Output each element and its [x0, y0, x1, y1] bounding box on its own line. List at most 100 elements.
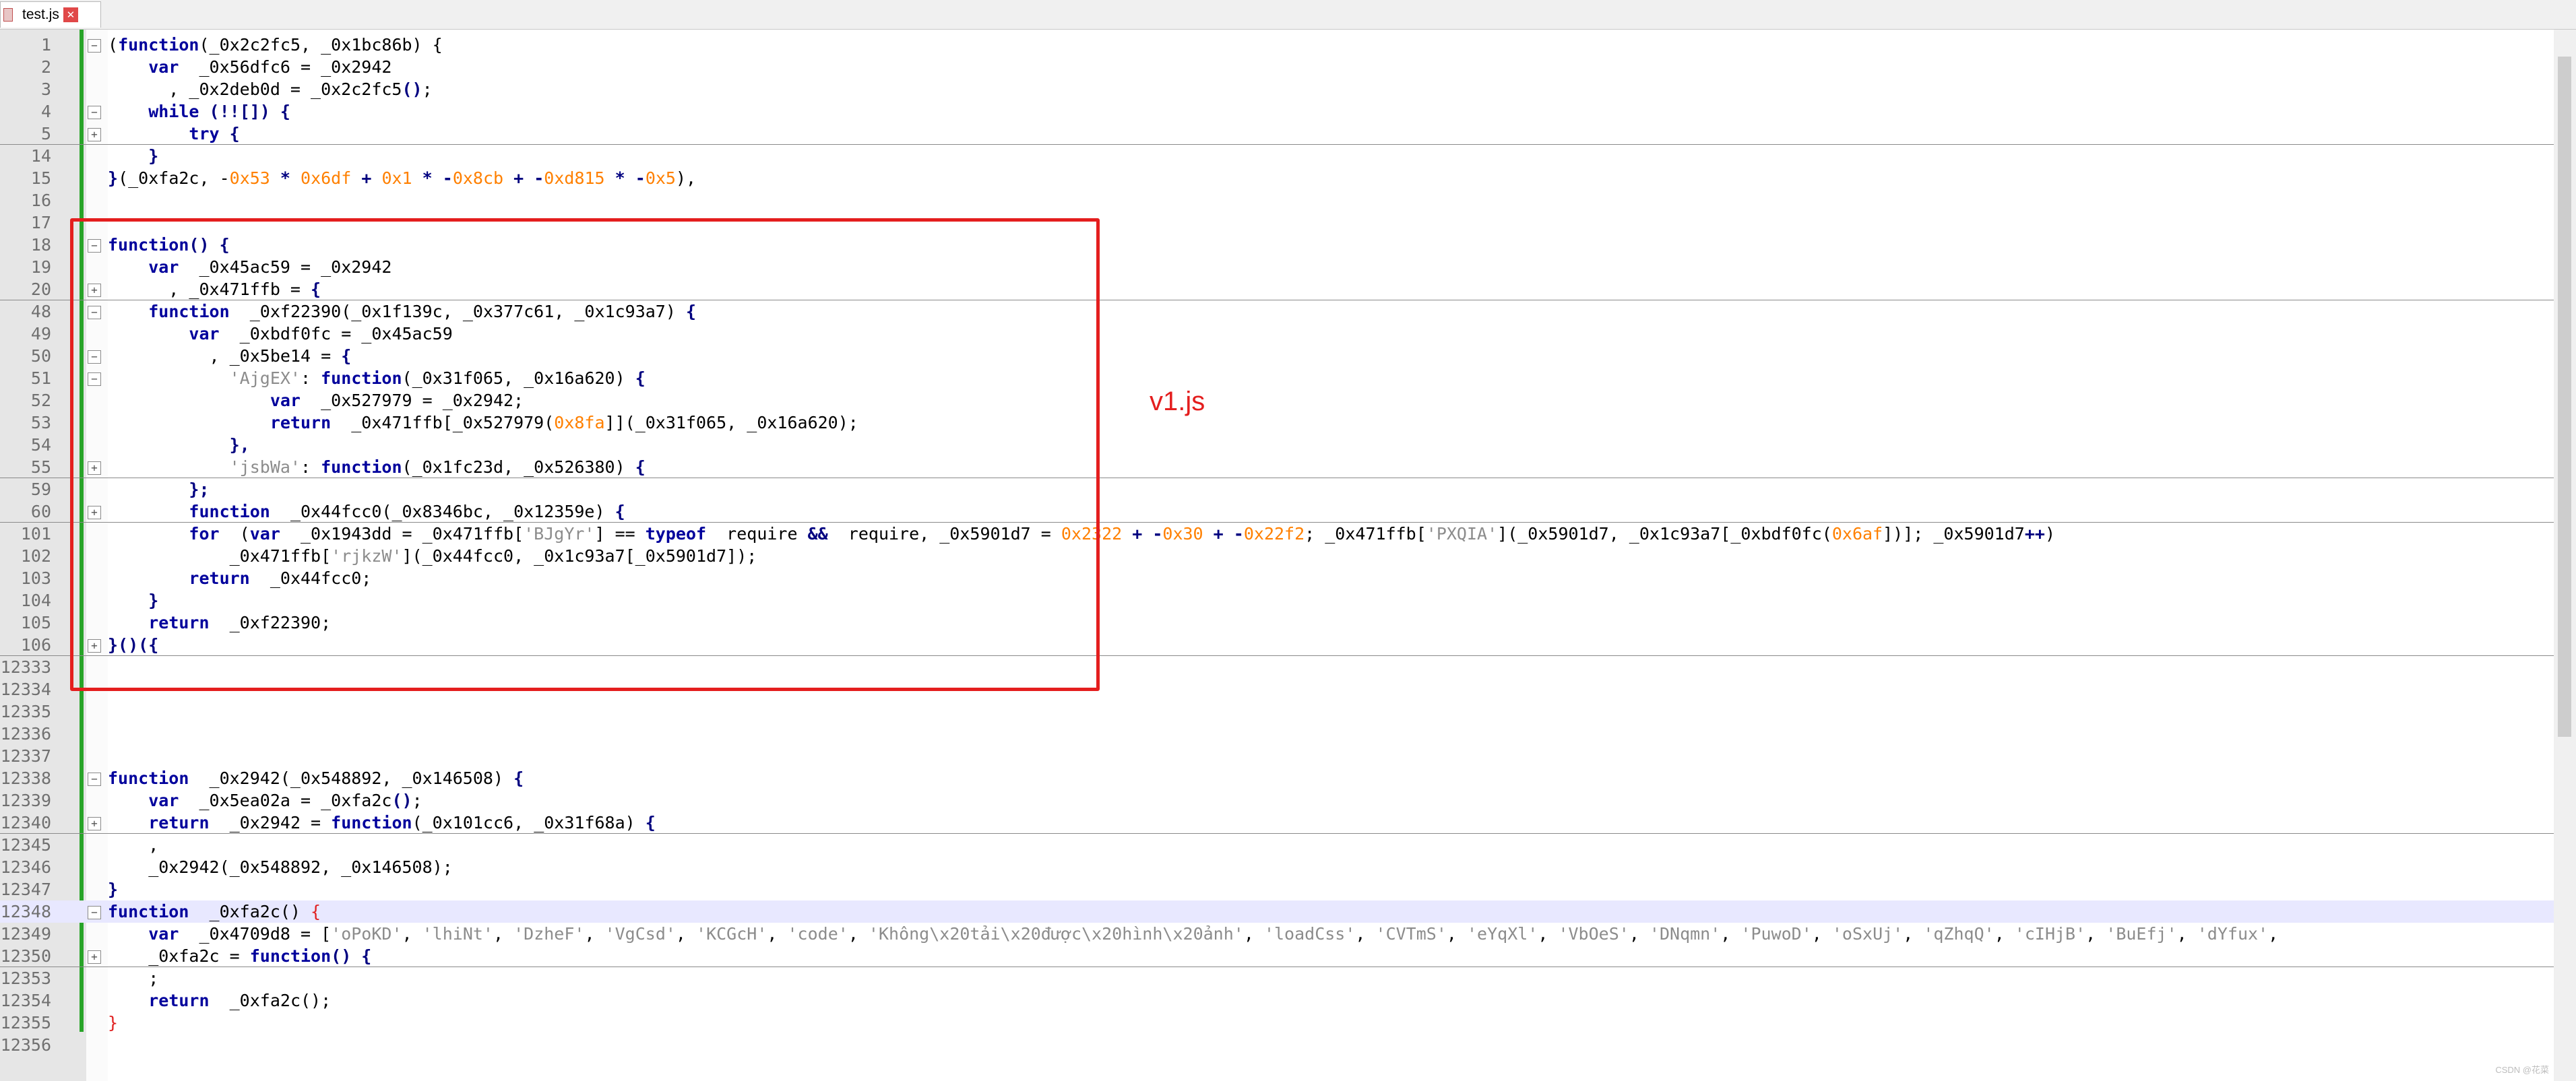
code-line[interactable]: 5 + try {: [0, 123, 2554, 145]
code-token: 'lhiNt': [422, 924, 493, 944]
code-token: ;: [422, 79, 433, 99]
code-line[interactable]: 12338 − function _0x2942(_0x548892, _0x146…: [0, 767, 2554, 789]
code-line[interactable]: 12336: [0, 723, 2554, 745]
code-line[interactable]: 12345 ,: [0, 834, 2554, 856]
code-token: * -: [412, 168, 453, 188]
code-line[interactable]: 12354 return _0xfa2c();: [0, 989, 2554, 1012]
code-text: function _0x2942(_0x548892, _0x146508) {: [108, 767, 524, 789]
code-token: 'cIHjB': [2014, 924, 2086, 944]
line-number: 12334: [0, 680, 51, 699]
code-token: 'loadCss': [1263, 924, 1356, 944]
line-number: 51: [30, 368, 51, 388]
code-token: ,: [1629, 924, 1650, 944]
fold-expand-icon[interactable]: +: [88, 128, 101, 141]
code-text: function _0xfa2c() {: [108, 900, 321, 923]
code-token: ,: [1538, 924, 1559, 944]
code-text: ;: [108, 967, 158, 989]
vertical-scrollbar[interactable]: [2554, 30, 2576, 1081]
line-number: 50: [30, 346, 51, 366]
close-icon[interactable]: ✕: [63, 7, 78, 22]
code-token: 'Không\x20tải\x20được\x20hình\x20ảnh': [868, 924, 1244, 944]
fold-expand-icon[interactable]: +: [88, 817, 101, 830]
code-line[interactable]: 12349 var _0x4709d8 = ['oPoKD', 'lhiNt',…: [0, 923, 2554, 945]
fold-collapse-icon[interactable]: −: [88, 906, 101, 919]
code-line[interactable]: 3 , _0x2deb0d = _0x2c2fc5();: [0, 78, 2554, 100]
code-line[interactable]: 12350 + _0xfa2c = function() {: [0, 945, 2554, 967]
code-line[interactable]: 12335: [0, 700, 2554, 723]
code-line[interactable]: 15}(_0xfa2c, -0x53 * 0x6df + 0x1 * -0x8c…: [0, 167, 2554, 189]
code-text: }(_0xfa2c, -0x53 * 0x6df + 0x1 * -0x8cb …: [108, 167, 696, 189]
code-line[interactable]: 16: [0, 189, 2554, 211]
code-token: (_0x101cc6, _0x31f68a): [412, 813, 646, 832]
code-token: (_0x2c2fc5, _0x1bc86b) {: [199, 35, 443, 55]
code-token: 'DNqmn': [1649, 924, 1721, 944]
fold-expand-icon[interactable]: +: [88, 950, 101, 964]
code-token: ,: [108, 835, 159, 855]
code-line[interactable]: 12339 var _0x5ea02a = _0xfa2c();: [0, 789, 2554, 812]
code-token: ,: [1994, 924, 2015, 944]
code-token: (): [391, 791, 412, 810]
tab-test-js[interactable]: test.js ✕: [0, 1, 101, 28]
line-number: 20: [30, 280, 51, 299]
code-token: _0xfa2c(): [189, 902, 311, 921]
fold-collapse-icon[interactable]: −: [88, 106, 101, 119]
line-number: 17: [30, 213, 51, 232]
line-number: 4: [40, 102, 51, 121]
line-number: 49: [30, 324, 51, 343]
code-token: ++: [2024, 524, 2045, 544]
code-token: 0x53: [229, 168, 270, 188]
scrollbar-thumb[interactable]: [2558, 57, 2571, 737]
code-line[interactable]: 12353 ;: [0, 967, 2554, 989]
code-token: 'VbOeS': [1558, 924, 1629, 944]
code-token: }: [108, 880, 119, 899]
code-line[interactable]: 4 − while (!![]) {: [0, 100, 2554, 123]
code-token: ,: [584, 924, 605, 944]
line-number: 12349: [0, 924, 51, 944]
code-token: function: [118, 35, 199, 55]
code-text: return _0x2942 = function(_0x101cc6, _0x…: [108, 812, 656, 834]
line-number: 12356: [0, 1035, 51, 1055]
line-number: 12347: [0, 880, 51, 899]
code-line[interactable]: 12356: [0, 1034, 2554, 1056]
code-token: 'dYfux': [2197, 924, 2269, 944]
annotation-label: v1.js: [1150, 387, 1205, 416]
file-icon: [3, 8, 13, 22]
code-token: _0xfa2c =: [108, 946, 250, 966]
code-token: ,: [848, 924, 869, 944]
code-token: 'PuwoD': [1740, 924, 1812, 944]
code-token: ,: [1720, 924, 1741, 944]
code-line[interactable]: 1 − (function(_0x2c2fc5, _0x1bc86b) {: [0, 34, 2554, 56]
code-token: 0x8cb: [452, 168, 504, 188]
code-text: (function(_0x2c2fc5, _0x1bc86b) {: [108, 34, 443, 56]
code-line[interactable]: 12337: [0, 745, 2554, 767]
fold-collapse-icon[interactable]: −: [88, 773, 101, 786]
code-token: 0xd815: [544, 168, 605, 188]
code-line[interactable]: 12347}: [0, 878, 2554, 900]
code-token: ): [2044, 524, 2055, 544]
code-token: ](_0x5901d7, _0x1c93a7[_0xbdf0fc(: [1497, 524, 1832, 544]
line-number: 1: [40, 35, 51, 55]
code-line[interactable]: 14 }: [0, 145, 2554, 167]
code-line[interactable]: 2 var _0x56dfc6 = _0x2942: [0, 56, 2554, 78]
line-number: 55: [30, 457, 51, 477]
code-token: , _0x2deb0d = _0x2c2fc5: [108, 79, 402, 99]
code-token: function: [249, 946, 332, 966]
code-line[interactable]: 12340 + return _0x2942 = function(_0x101c…: [0, 812, 2554, 834]
code-token: ,: [767, 924, 788, 944]
code-line[interactable]: 12346 _0x2942(_0x548892, _0x146508);: [0, 856, 2554, 878]
code-text: }: [108, 1012, 118, 1034]
code-token: 'code': [787, 924, 848, 944]
code-line[interactable]: 12348 − function _0xfa2c() {: [0, 900, 2554, 923]
code-token: _0x2942 =: [209, 813, 332, 832]
code-line[interactable]: 12355}: [0, 1012, 2554, 1034]
line-number: 12337: [0, 746, 51, 766]
code-text: return _0xfa2c();: [108, 989, 331, 1012]
watermark: CSDN @花菜: [2495, 1065, 2549, 1075]
line-number: 105: [20, 613, 51, 632]
fold-collapse-icon[interactable]: −: [88, 39, 101, 53]
code-token: }: [108, 1013, 119, 1033]
code-token: + -: [1122, 524, 1163, 544]
code-token: 0x5: [645, 168, 676, 188]
